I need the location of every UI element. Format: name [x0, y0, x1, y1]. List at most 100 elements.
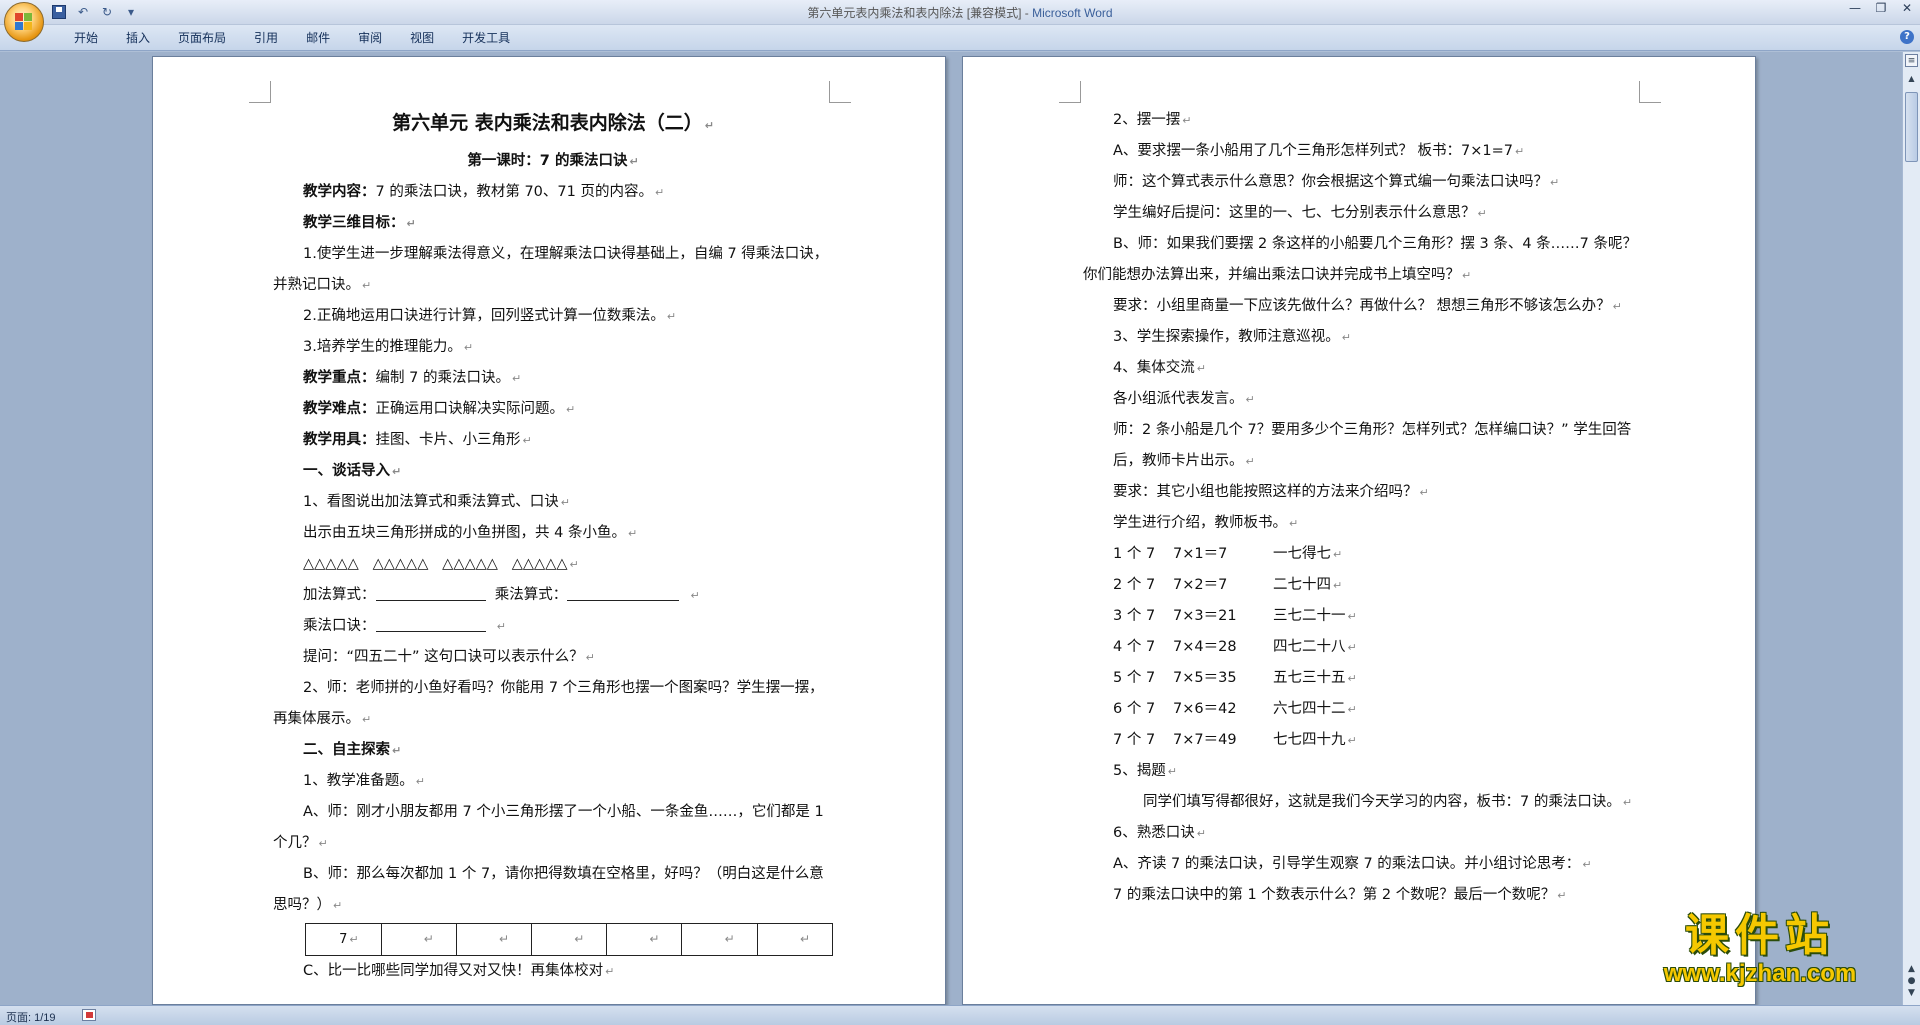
paragraph: 3.培养学生的推理能力。 ↵ [303, 339, 474, 355]
paragraph: 教学重点：编制 7 的乘法口诀。 ↵ [303, 370, 522, 386]
paragraph: C、比一比哪些同学加得又对又快！再集体校对 ↵ [303, 963, 615, 979]
paragraph: 6、熟悉口诀 ↵ [1113, 825, 1206, 841]
ribbon-tabs: 开始 插入 页面布局 引用 邮件 审阅 视图 开发工具 [60, 30, 524, 46]
blank-line [375, 616, 486, 632]
paragraph: 教学三维目标： ↵ [303, 215, 416, 231]
multiplication-row: 3 个 7 7×3＝21 三七二十一 ↵ [1113, 608, 1357, 624]
paragraph: 各小组派代表发言。 ↵ [1113, 391, 1255, 407]
blank-line [567, 585, 680, 601]
office-button[interactable] [4, 2, 44, 42]
page-1-content: 第六单元 表内乘法和表内除法（二） ↵ 第一课时：7 的乘法口诀 ↵ 教学内容：7 … [273, 103, 834, 987]
window-title: 第六单元表内乘法和表内除法 [兼容模式] - Microsoft Word [0, 4, 1920, 21]
page-2-content: 2、摆一摆 ↵ A、要求摆一条小船用了几个三角形怎样列式？ 板书：7×1=7 ↵ 师… [1083, 105, 1643, 911]
paragraph: 教学内容：7 的乘法口诀，教材第 70、71 页的内容。 ↵ [303, 184, 665, 200]
paragraph: 提问：“四五二十” 这句口诀可以表示什么？ ↵ [303, 649, 595, 665]
vertical-scrollbar[interactable]: ≡ ▲ ▲ ● ▼ [1902, 52, 1920, 1005]
paragraph: 7 的乘法口诀中的第 1 个数表示什么？第 2 个数呢？最后一个数呢？ ↵ [1113, 887, 1567, 903]
margin-corner-mark [1639, 81, 1661, 103]
paragraph: 1、教学准备题。 ↵ [303, 773, 425, 789]
scrollbar-thumb[interactable] [1905, 92, 1918, 162]
tab-references[interactable]: 引用 [240, 30, 292, 46]
tab-home[interactable]: 开始 [60, 30, 112, 46]
paragraph: 2、师：老师拼的小鱼好看吗？你能用 7 个三角形也摆一个图案吗？学生摆一摆，再集… [273, 680, 824, 727]
tab-mailings[interactable]: 邮件 [292, 30, 344, 46]
table-cell[interactable]: ↵ [756, 923, 834, 956]
margin-corner-mark [829, 81, 851, 103]
paragraph: 教学用具：挂图、卡片、小三角形 ↵ [303, 432, 532, 448]
paragraph: 3、学生探索操作，教师注意巡视。 ↵ [1113, 329, 1351, 345]
document-title: 第六单元表内乘法和表内除法 [兼容模式] - [807, 6, 1033, 20]
paragraph: A、齐读 7 的乘法口诀，引导学生观察 7 的乘法口诀。并小组讨论思考： ↵ [1113, 856, 1592, 872]
multiplication-row: 1 个 7 7×1＝7 一七得七 ↵ [1113, 546, 1343, 562]
margin-corner-mark [1059, 81, 1081, 103]
lesson-subtitle: 第一课时：7 的乘法口诀 ↵ [467, 153, 639, 169]
minimize-button[interactable]: — [1842, 0, 1868, 18]
paragraph: 师：2 条小船是几个 7？要用多少个三角形？怎样列式？怎样编口诀？” 学生回答后… [1113, 422, 1632, 469]
table-cell[interactable]: ↵ [531, 923, 608, 956]
paragraph: 2、摆一摆 ↵ [1113, 112, 1192, 128]
title-bar: ↶ ↻ ▾ 第六单元表内乘法和表内除法 [兼容模式] - Microsoft W… [0, 0, 1920, 42]
document-page-1[interactable]: 第六单元 表内乘法和表内除法（二） ↵ 第一课时：7 的乘法口诀 ↵ 教学内容：7 … [152, 56, 946, 1005]
paragraph: 1.使学生进一步理解乘法得意义，在理解乘法口诀得基础上，自编 7 得乘法口诀，并… [273, 246, 829, 293]
paragraph: 教学难点：正确运用口诀解决实际问题。 ↵ [303, 401, 576, 417]
tab-review[interactable]: 审阅 [344, 30, 396, 46]
restore-button[interactable]: ❐ [1868, 0, 1894, 18]
window-controls: — ❐ ✕ [1842, 0, 1920, 18]
next-page-icon[interactable]: ▼ [1905, 988, 1918, 1001]
paragraph: 要求：其它小组也能按照这样的方法来介绍吗？ ↵ [1113, 484, 1429, 500]
paragraph: 出示由五块三角形拼成的小鱼拼图，共 4 条小鱼。 ↵ [303, 525, 638, 541]
paragraph: 1、看图说出加法算式和乘法算式、口诀 ↵ [303, 494, 570, 510]
document-work-area[interactable]: 第六单元 表内乘法和表内除法（二） ↵ 第一课时：7 的乘法口诀 ↵ 教学内容：7 … [0, 52, 1902, 1005]
paragraph: B、师：如果我们要摆 2 条这样的小船要几个三角形？摆 3 条、4 条……7 条… [1083, 236, 1638, 283]
multiplication-row: 4 个 7 7×4＝28 四七二十八 ↵ [1113, 639, 1357, 655]
paragraph: 加法算式： 乘法算式： ↵ [303, 585, 700, 603]
tab-developer[interactable]: 开发工具 [448, 30, 524, 46]
multiplication-row: 7 个 7 7×7＝49 七七四十九 ↵ [1113, 732, 1357, 748]
table-cell[interactable]: ↵ [455, 923, 533, 956]
paragraph: 4、集体交流 ↵ [1113, 360, 1206, 376]
document-page-2[interactable]: 2、摆一摆 ↵ A、要求摆一条小船用了几个三角形怎样列式？ 板书：7×1=7 ↵ 师… [962, 56, 1756, 1005]
paragraph: 师：这个算式表示什么意思？你会根据这个算式编一句乘法口诀吗？ ↵ [1113, 174, 1560, 190]
margin-corner-mark [249, 81, 271, 103]
table-row: 7 ↵ ↵ ↵ ↵ ↵ ↵ ↵ [305, 923, 834, 956]
close-button[interactable]: ✕ [1894, 0, 1920, 18]
multiplication-row: 6 个 7 7×6＝42 六七四十二 ↵ [1113, 701, 1357, 717]
paragraph: 同学们填写得都很好，这就是我们今天学习的内容，板书：7 的乘法口诀。 ↵ [1143, 794, 1633, 810]
watermark-text: 课件站 [1685, 910, 1835, 961]
section-heading: 二、自主探索 ↵ [303, 742, 402, 758]
help-icon[interactable]: ? [1900, 30, 1914, 44]
proofing-icon[interactable] [82, 1009, 96, 1021]
paragraph: A、要求摆一条小船用了几个三角形怎样列式？ 板书：7×1=7 ↵ [1113, 143, 1525, 159]
scroll-up-arrow-icon[interactable]: ▲ [1905, 74, 1918, 88]
paragraph: B、师：那么每次都加 1 个 7，请你把得数填在空格里，好吗？（明白这是什么意思… [273, 866, 824, 913]
page-counter[interactable]: 页面: 1/19 [6, 1009, 56, 1025]
ribbon: 开始 插入 页面布局 引用 邮件 审阅 视图 开发工具 ? [0, 25, 1920, 51]
status-bar: 页面: 1/19 [0, 1005, 1920, 1025]
paragraph: 2.正确地运用口诀进行计算，回列竖式计算一位数乘法。 ↵ [303, 308, 677, 324]
document-heading: 第六单元 表内乘法和表内除法（二） ↵ [392, 112, 714, 134]
tab-page-layout[interactable]: 页面布局 [164, 30, 240, 46]
tab-insert[interactable]: 插入 [112, 30, 164, 46]
blank-line [375, 585, 486, 601]
triangle-figure: △△△△△ △△△△△ △△△△△ △△△△△ ↵ [303, 556, 579, 572]
table-cell[interactable]: ↵ [380, 923, 457, 956]
fill-in-table: 7 ↵ ↵ ↵ ↵ ↵ ↵ ↵ [305, 923, 834, 956]
table-cell[interactable]: ↵ [681, 923, 758, 956]
paragraph: 乘法口诀： ↵ [303, 616, 506, 634]
multiplication-row: 2 个 7 7×2＝7 二七十四 ↵ [1113, 577, 1343, 593]
tab-view[interactable]: 视图 [396, 30, 448, 46]
paragraph: 5、揭题 ↵ [1113, 763, 1177, 779]
watermark-url: www.kjzhan.com [1663, 960, 1857, 987]
paragraph: 学生进行介绍，教师板书。 ↵ [1113, 515, 1299, 531]
table-cell[interactable]: 7 ↵ [305, 923, 382, 956]
paragraph: 学生编好后提问：这里的一、七、七分别表示什么意思？ ↵ [1113, 205, 1487, 221]
multiplication-row: 5 个 7 7×5＝35 五七三十五 ↵ [1113, 670, 1357, 686]
kjzhan-watermark: 课件站 www.kjzhan.com [1640, 911, 1880, 987]
paragraph: 要求：小组里商量一下应该先做什么？再做什么？ 想想三角形不够该怎么办？ ↵ [1113, 298, 1622, 314]
section-heading: 一、谈话导入 ↵ [303, 463, 402, 479]
paragraph: A、师：刚才小朋友都用 7 个小三角形摆了一个小船、一条金鱼……，它们都是 1 … [273, 804, 824, 851]
ruler-toggle-icon[interactable]: ≡ [1905, 54, 1918, 67]
app-name: Microsoft Word [1032, 6, 1113, 20]
office-logo-icon [15, 13, 33, 31]
table-cell[interactable]: ↵ [606, 923, 683, 956]
